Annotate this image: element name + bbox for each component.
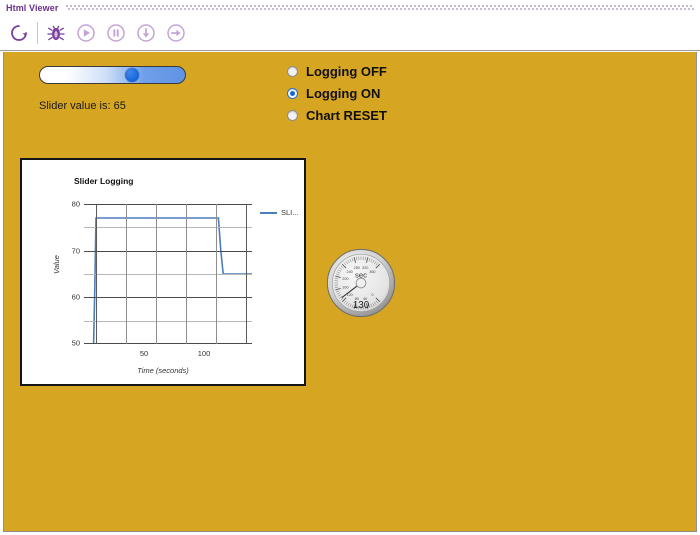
gauge-dial: 04080120160200240280 320360 sec 130 — [326, 248, 396, 318]
chart-y-tick-label: 50 — [71, 338, 80, 348]
chart-y-tick-label: 60 — [71, 292, 80, 302]
pause-button[interactable] — [101, 18, 131, 48]
chart-gridline-vertical — [216, 204, 217, 344]
gauge-tick-label: 0 — [371, 293, 373, 297]
radio-logging-on[interactable]: Logging ON — [287, 82, 387, 104]
logging-radio-group: Logging OFF Logging ON Chart RESET — [287, 60, 387, 126]
toolbar-separator — [37, 21, 38, 44]
chart-y-axis-label: Value — [52, 255, 61, 274]
refresh-button[interactable] — [4, 18, 34, 48]
run-button[interactable] — [71, 18, 101, 48]
chart-plot-area: 50 60 70 80 50 100 — [72, 200, 252, 358]
titlebar-drag-handle[interactable] — [66, 4, 694, 11]
chart-gridline-minor — [84, 274, 252, 275]
radio-logging-off[interactable]: Logging OFF — [287, 60, 387, 82]
chart-y-tick-label: 70 — [71, 246, 80, 256]
chart-legend: SLI... — [260, 208, 299, 217]
radio-reset-indicator — [287, 109, 298, 121]
chart-gridline-vertical — [246, 204, 247, 344]
chart-x-axis-label: Time (seconds) — [137, 366, 189, 375]
html-content-area: Slider value is: 65 Logging OFF Logging … — [3, 52, 697, 532]
gauge-tick-label: 200 — [342, 277, 348, 281]
radio-on-indicator — [287, 87, 298, 99]
chart-gridline-major — [84, 343, 252, 344]
gauge-tick-label: 280 — [354, 266, 360, 270]
step-over-button[interactable] — [161, 18, 191, 48]
radio-off-indicator — [287, 65, 298, 77]
chart-x-tick-label: 50 — [139, 349, 149, 358]
gauge-tick-label: 160 — [342, 286, 348, 290]
chart-series-path — [84, 217, 252, 344]
slider-value-label: Slider value is: 65 — [39, 100, 126, 112]
chart-gridline-minor — [84, 320, 252, 322]
radio-logging-off-label: Logging OFF — [306, 63, 387, 79]
chart-gridline-major — [84, 250, 252, 252]
radio-logging-on-label: Logging ON — [306, 85, 381, 101]
toolbar — [0, 15, 700, 51]
gauge-tick-label: 320 — [362, 266, 368, 270]
gauge-tick-label: 240 — [346, 270, 352, 274]
slider-track[interactable] — [39, 66, 186, 84]
run-play-icon — [77, 23, 95, 42]
refresh-icon — [11, 24, 27, 41]
chart-gridline-minor — [84, 227, 252, 229]
gauge-value-label: 130 — [353, 300, 370, 311]
radio-chart-reset-label: Chart RESET — [306, 107, 387, 123]
step-into-button[interactable] — [131, 18, 161, 48]
slider-thumb[interactable] — [124, 68, 139, 82]
debug-bug-icon — [47, 25, 65, 40]
gauge-tick-label: 360 — [369, 270, 375, 274]
chart-gridline-vertical — [126, 204, 127, 344]
chart-gridline-vertical — [156, 204, 157, 344]
chart-x-tick-label: 100 — [197, 349, 211, 358]
step-into-icon — [137, 23, 155, 42]
chart-y-tick-label: 80 — [71, 199, 80, 209]
pause-icon — [107, 23, 125, 42]
debug-button[interactable] — [41, 18, 71, 48]
chart-gridline-vertical — [186, 204, 187, 344]
chart-title: Slider Logging — [74, 176, 134, 186]
slider-logging-chart: Slider Logging Value 50 60 70 80 50 100 Time … — [20, 158, 306, 386]
chart-gridline-vertical — [96, 204, 97, 344]
chart-gridline-major — [84, 204, 252, 205]
html-viewer-window: Html Viewer Slider value is: 65 Logging … — [0, 0, 700, 535]
legend-swatch-series-1 — [260, 211, 277, 214]
window-title: Html Viewer — [6, 2, 59, 13]
chart-gridline-major — [84, 297, 252, 299]
radio-chart-reset[interactable]: Chart RESET — [287, 104, 387, 126]
step-over-icon — [167, 23, 185, 42]
slider-input[interactable] — [39, 66, 186, 84]
legend-label-series-1: SLI... — [281, 208, 299, 217]
seconds-gauge: 0 40 80 120 160 200 240 280 320 360 sec 130 — [326, 248, 396, 318]
window-titlebar: Html Viewer — [0, 0, 700, 15]
resize-grip[interactable] — [683, 518, 695, 530]
gauge-hub — [355, 277, 367, 289]
